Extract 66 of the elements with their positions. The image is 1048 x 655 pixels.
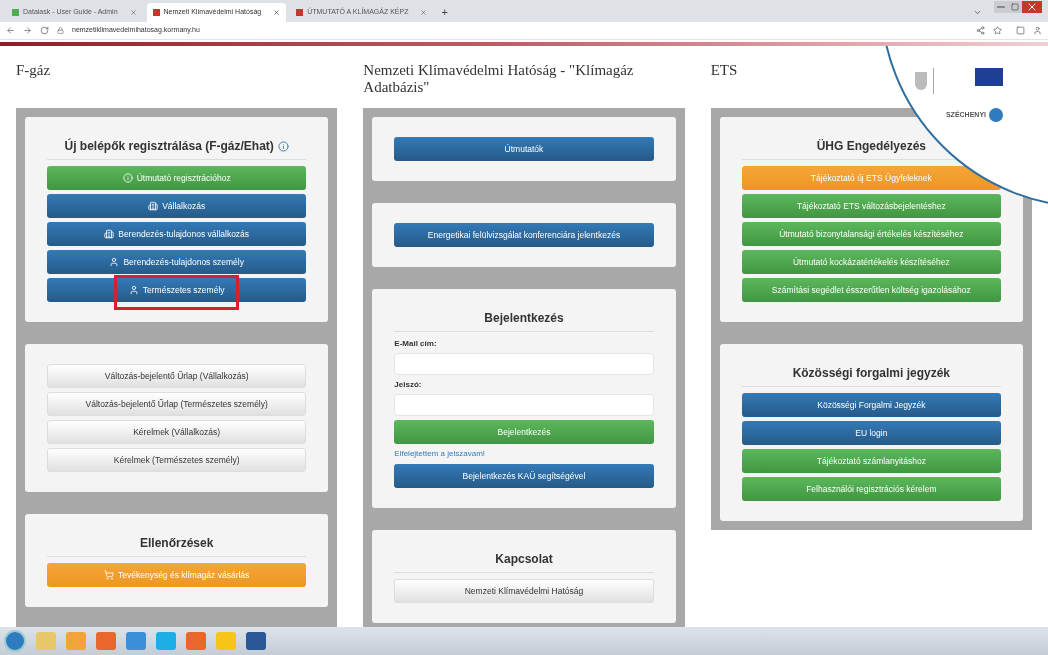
forgot-password-link[interactable]: Elfelejtettem a jelszavam! [394,448,486,460]
input-field[interactable] [394,353,654,375]
profile-icon[interactable] [1033,26,1042,35]
info-icon [122,173,133,183]
input-field[interactable] [394,394,654,416]
menu-button[interactable]: Kérelmek (Természetes személy) [47,448,307,472]
menu-button[interactable]: Bejelentkezés [394,420,654,444]
field-label: E-Mail cím: [394,338,438,350]
close-icon[interactable] [420,9,428,16]
panel-title: Ellenőrzések [139,535,214,552]
menu-button[interactable]: Berendezés-tulajdonos személy [47,250,307,274]
menu-button[interactable]: Tájékoztató számlanyitáshoz [741,449,1001,473]
favicon-icon [152,9,160,16]
menu-button[interactable]: Útmutatók [394,137,654,161]
user-icon [128,285,139,295]
share-icon[interactable] [976,26,985,35]
menu-button[interactable]: EU login [741,421,1001,445]
menu-button[interactable]: Berendezés-tulajdonos vállalkozás [47,222,307,246]
column-heading: ETS [710,62,738,79]
taskbar-app-icon[interactable] [126,632,146,650]
panel-title: Közösségi forgalmi jegyzék [792,365,950,382]
user-icon [109,257,120,267]
building-icon [104,229,115,239]
bookmark-star-icon[interactable] [993,26,1002,35]
favicon-icon [12,9,19,16]
tab-list-icon[interactable] [973,8,982,17]
menu-button[interactable]: Bejelentkezés KAÜ segítségével [394,464,654,488]
start-button[interactable] [4,630,26,652]
menu-button[interactable]: Nemzeti Klímavédelmi Hatóság [394,579,654,603]
panel-title: Bejelentkezés [484,310,564,327]
info-icon[interactable] [277,140,289,152]
menu-button[interactable]: Természetes személy [47,278,307,302]
close-icon[interactable] [129,9,137,16]
menu-button[interactable]: Felhasználói regisztrációs kérelem [741,477,1001,501]
reload-icon[interactable] [40,26,49,35]
menu-button[interactable]: Vállalkozás [47,194,307,218]
field-label: Jelszó: [394,379,423,391]
taskbar-app-icon[interactable] [246,632,266,650]
column-heading: F-gáz [16,62,51,79]
close-icon[interactable] [273,9,281,16]
taskbar-app-icon[interactable] [96,632,116,650]
menu-button[interactable]: Energetikai felülvizsgálat konferenciára jelentkezés [394,223,654,247]
eu-flag-icon [933,68,1003,94]
building-icon [148,201,159,211]
column-heading: Nemzeti Klímavédelmi Hatóság - "Klímagáz Adatbázis" [363,62,635,96]
back-icon[interactable] [6,26,15,35]
new-tab-button[interactable]: + [437,3,452,22]
menu-button[interactable]: Közösségi Forgalmi Jegyzék [741,393,1001,417]
forward-icon[interactable] [23,26,32,35]
menu-button[interactable]: Útmutató regisztrációhoz [47,166,307,190]
menu-button[interactable]: Kérelmek (Vállalkozás) [47,420,307,444]
menu-button[interactable]: Változás-bejelentő Űrlap (Vállalkozás) [47,364,307,388]
menu-button[interactable]: Útmutató bizonytalansági értékelés készítéséhez [741,222,1001,246]
menu-button[interactable]: Változás-bejelentő Űrlap (Természetes személy) [47,392,307,416]
taskbar-app-icon[interactable] [186,632,206,650]
window-controls-icon[interactable] [994,1,1042,13]
menu-button[interactable]: Számítási segédlet ésszerűtlen költség igazolásához [741,278,1001,302]
panel-title: ÜHG Engedélyezés [816,138,926,155]
extension-icon[interactable] [1016,26,1025,35]
cart-icon [104,570,114,580]
menu-button[interactable]: Útmutató kockázatértékelés készítéséhez [741,250,1001,274]
lock-icon [57,27,64,34]
menu-button[interactable]: Tájékoztató ETS változásbejelentéshez [741,194,1001,218]
panel-title: Kapcsolat [495,551,553,568]
panel-title: Új belépők regisztrálása (F-gáz/Ehat) [64,137,274,155]
favicon-icon [296,9,304,16]
